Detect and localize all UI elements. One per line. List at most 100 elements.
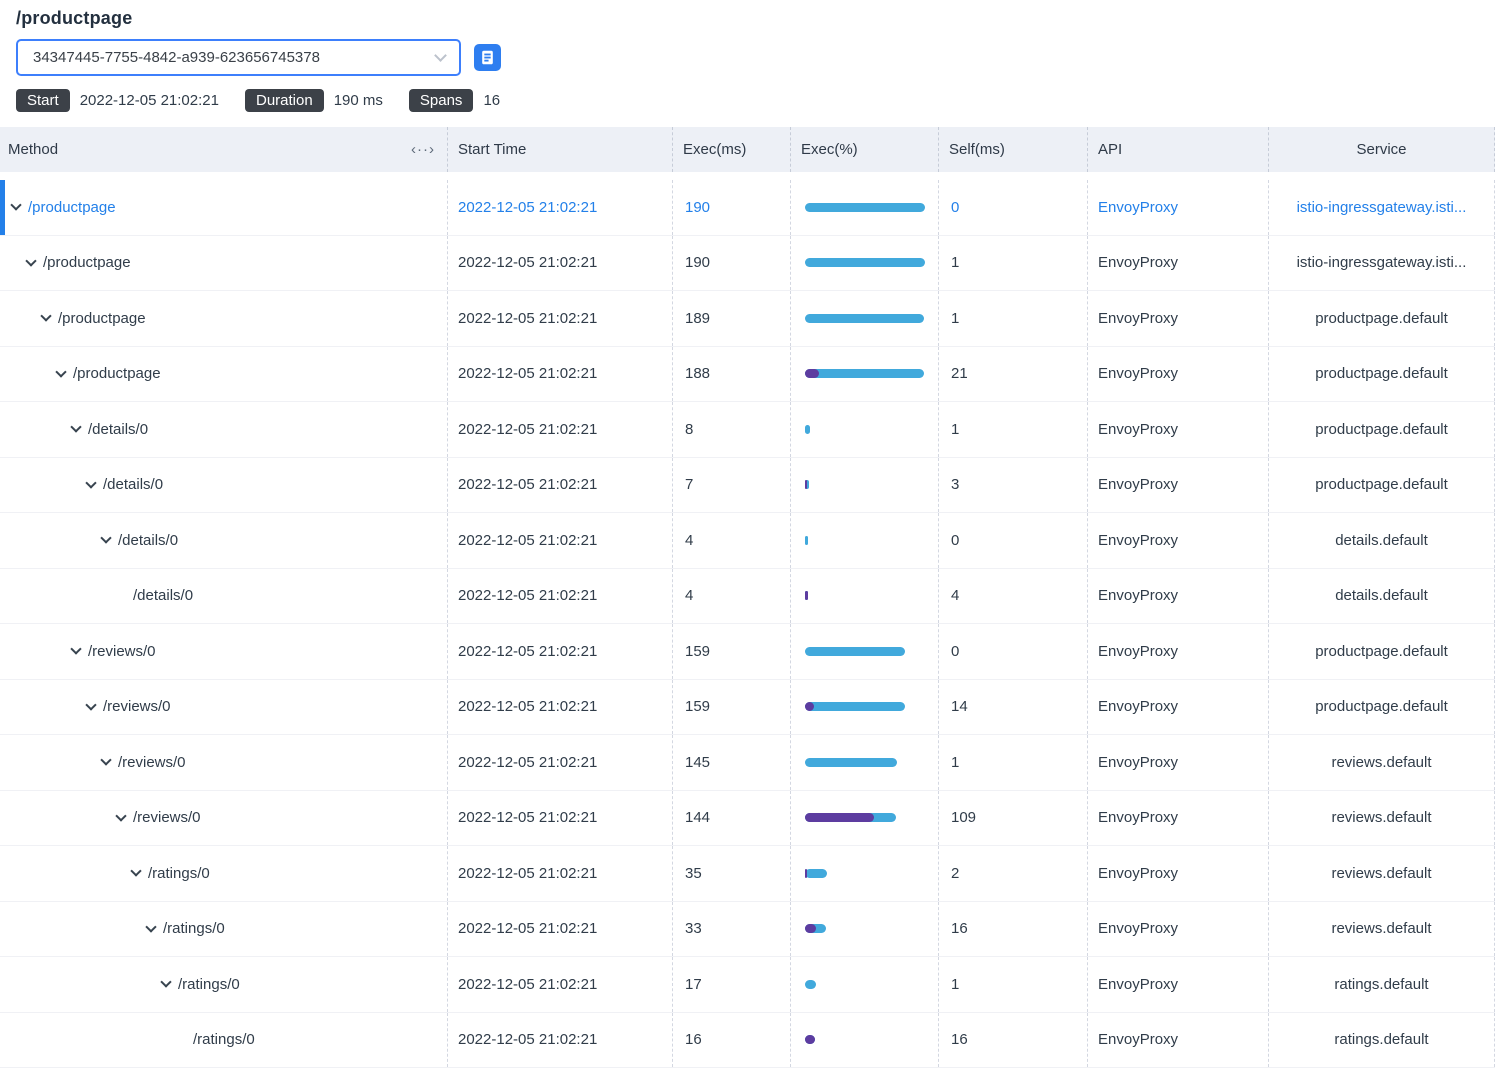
span-exec-ms: 17 (672, 957, 790, 1012)
span-service: productpage.default (1315, 643, 1448, 660)
span-exec-ms: 144 (672, 791, 790, 846)
span-self-ms: 1 (938, 735, 1087, 790)
span-exec-percent-cell (790, 291, 938, 346)
trace-span-row[interactable]: /details/0 2022-12-05 21:02:21 7 3 Envoy… (0, 458, 1495, 514)
trace-table-body: /productpage 2022-12-05 21:02:21 190 0 E… (0, 180, 1495, 1068)
span-service: productpage.default (1315, 698, 1448, 715)
exec-bar (805, 369, 924, 378)
trace-span-row[interactable]: /reviews/0 2022-12-05 21:02:21 144 109 E… (0, 791, 1495, 847)
span-exec-ms: 159 (672, 680, 790, 735)
column-header-method: Method ‹··› (0, 127, 447, 172)
span-api: EnvoyProxy (1087, 402, 1268, 457)
self-bar (805, 813, 874, 822)
chevron-down-icon[interactable] (40, 311, 51, 322)
trace-span-row[interactable]: /ratings/0 2022-12-05 21:02:21 35 2 Envo… (0, 846, 1495, 902)
exec-bar (805, 647, 905, 656)
span-exec-percent-cell (790, 569, 938, 624)
trace-span-row[interactable]: /details/0 2022-12-05 21:02:21 8 1 Envoy… (0, 402, 1495, 458)
trace-span-row[interactable]: /details/0 2022-12-05 21:02:21 4 0 Envoy… (0, 513, 1495, 569)
span-exec-ms: 190 (672, 180, 790, 235)
column-resize-icon[interactable]: ‹··› (411, 141, 435, 158)
span-service: reviews.default (1331, 865, 1431, 882)
span-exec-percent-cell (790, 458, 938, 513)
column-header-self-ms: Self(ms) (938, 127, 1087, 172)
trace-span-row[interactable]: /reviews/0 2022-12-05 21:02:21 159 0 Env… (0, 624, 1495, 680)
span-start-time: 2022-12-05 21:02:21 (447, 1013, 672, 1068)
span-api: EnvoyProxy (1087, 458, 1268, 513)
trace-span-row[interactable]: /productpage 2022-12-05 21:02:21 189 1 E… (0, 291, 1495, 347)
trace-list-icon-button[interactable] (474, 44, 501, 71)
exec-percent-bar (805, 869, 925, 878)
chevron-down-icon[interactable] (100, 533, 111, 544)
trace-span-row[interactable]: /details/0 2022-12-05 21:02:21 4 4 Envoy… (0, 569, 1495, 625)
span-exec-ms: 8 (672, 402, 790, 457)
span-service: productpage.default (1315, 365, 1448, 382)
span-exec-ms: 4 (672, 569, 790, 624)
chevron-down-icon[interactable] (25, 255, 36, 266)
span-service: productpage.default (1315, 421, 1448, 438)
duration-badge: Duration (245, 89, 324, 112)
exec-bar (805, 536, 808, 545)
chevron-down-icon[interactable] (10, 200, 21, 211)
chevron-down-icon[interactable] (85, 477, 96, 488)
chevron-down-icon[interactable] (85, 699, 96, 710)
span-method-label: /ratings/0 (178, 976, 240, 993)
span-exec-percent-cell (790, 624, 938, 679)
span-self-ms: 16 (938, 902, 1087, 957)
span-method-label: /reviews/0 (103, 698, 171, 715)
span-service: ratings.default (1334, 1031, 1428, 1048)
exec-percent-bar (805, 924, 925, 933)
trace-span-row[interactable]: /ratings/0 2022-12-05 21:02:21 33 16 Env… (0, 902, 1495, 958)
chevron-down-icon[interactable] (160, 977, 171, 988)
trace-detail-header: /productpage 34347445-7755-4842-a939-623… (0, 0, 1495, 112)
exec-bar (805, 980, 816, 989)
span-api: EnvoyProxy (1087, 624, 1268, 679)
span-self-ms: 3 (938, 458, 1087, 513)
span-method-label: /ratings/0 (148, 865, 210, 882)
column-header-exec-pct: Exec(%) (790, 127, 938, 172)
spans-value: 16 (483, 92, 500, 109)
exec-bar (805, 869, 827, 878)
span-method-label: /productpage (58, 310, 146, 327)
trace-span-row[interactable]: /reviews/0 2022-12-05 21:02:21 159 14 En… (0, 680, 1495, 736)
span-self-ms: 1 (938, 957, 1087, 1012)
span-method-label: /reviews/0 (118, 754, 186, 771)
chevron-down-icon[interactable] (70, 644, 81, 655)
chevron-down-icon[interactable] (145, 921, 156, 932)
span-api: EnvoyProxy (1087, 236, 1268, 291)
span-api: EnvoyProxy (1087, 735, 1268, 790)
trace-span-row[interactable]: /reviews/0 2022-12-05 21:02:21 145 1 Env… (0, 735, 1495, 791)
chevron-down-icon[interactable] (130, 866, 141, 877)
span-start-time: 2022-12-05 21:02:21 (447, 513, 672, 568)
span-start-time: 2022-12-05 21:02:21 (447, 458, 672, 513)
exec-percent-bar (805, 758, 925, 767)
self-bar (805, 924, 816, 933)
trace-span-row[interactable]: /productpage 2022-12-05 21:02:21 188 21 … (0, 347, 1495, 403)
span-api: EnvoyProxy (1087, 902, 1268, 957)
chevron-down-icon[interactable] (115, 810, 126, 821)
span-start-time: 2022-12-05 21:02:21 (447, 347, 672, 402)
span-exec-percent-cell (790, 1013, 938, 1068)
trace-span-row[interactable]: /productpage 2022-12-05 21:02:21 190 0 E… (0, 180, 1495, 236)
chevron-down-icon[interactable] (70, 422, 81, 433)
trace-id-value: 34347445-7755-4842-a939-623656745378 (33, 49, 320, 66)
span-self-ms: 1 (938, 236, 1087, 291)
trace-span-row[interactable]: /ratings/0 2022-12-05 21:02:21 17 1 Envo… (0, 957, 1495, 1013)
span-self-ms: 109 (938, 791, 1087, 846)
span-method-label: /details/0 (103, 476, 163, 493)
trace-span-row[interactable]: /ratings/0 2022-12-05 21:02:21 16 16 Env… (0, 1013, 1495, 1069)
chevron-down-icon[interactable] (55, 366, 66, 377)
trace-span-row[interactable]: /productpage 2022-12-05 21:02:21 190 1 E… (0, 236, 1495, 292)
chevron-down-icon[interactable] (100, 755, 111, 766)
exec-percent-bar (805, 702, 925, 711)
self-bar (805, 591, 808, 600)
exec-bar (805, 702, 905, 711)
span-service: reviews.default (1331, 809, 1431, 826)
trace-id-select[interactable]: 34347445-7755-4842-a939-623656745378 (16, 39, 461, 76)
span-start-time: 2022-12-05 21:02:21 (447, 791, 672, 846)
span-start-time: 2022-12-05 21:02:21 (447, 291, 672, 346)
self-bar (805, 480, 807, 489)
exec-percent-bar (805, 813, 925, 822)
span-api: EnvoyProxy (1087, 846, 1268, 901)
exec-bar (805, 425, 810, 434)
